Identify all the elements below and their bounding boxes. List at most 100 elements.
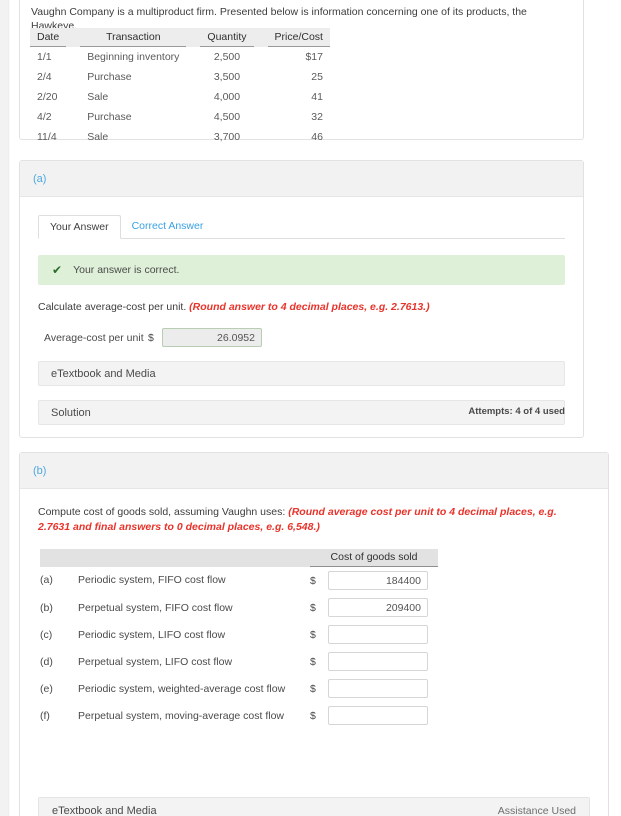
table-row: (d) Perpetual system, LIFO cost flow $ <box>40 648 438 675</box>
cell-quantity: 4,500 <box>213 111 241 123</box>
row-description: Perpetual system, moving-average cost fl… <box>78 709 285 722</box>
cell-spacer <box>66 87 80 107</box>
table-header-row: Date Transaction Quantity Price/Cost <box>30 28 330 47</box>
cell-quantity: 3,700 <box>213 131 241 143</box>
cell-date: 11/4 <box>37 131 57 143</box>
tab-correct-answer[interactable]: Correct Answer <box>121 215 215 238</box>
table-row: 11/4 Sale 3,700 46 <box>30 127 330 147</box>
part-a-label: (a) <box>33 172 47 185</box>
table-row: (c) Periodic system, LIFO cost flow $ <box>40 621 438 648</box>
cell-price: 41 <box>311 91 323 103</box>
cell-spacer <box>66 47 80 68</box>
cell-spacer <box>254 47 268 68</box>
cogs-input-cell <box>328 594 438 621</box>
table-row: 1/1 Beginning inventory 2,500 $17 <box>30 47 330 68</box>
table-row: 2/20 Sale 4,000 41 <box>30 87 330 107</box>
cell-transaction: Beginning inventory <box>87 51 180 63</box>
part-a-card: (a) Your Answer Correct Answer ✔ Your an… <box>19 160 584 438</box>
cell-date: 1/1 <box>37 51 52 63</box>
cell-spacer <box>186 127 200 147</box>
cogs-input-e[interactable] <box>328 679 428 698</box>
cell-price: $17 <box>305 51 323 63</box>
cell-spacer <box>186 67 200 87</box>
row-index: (a) <box>40 574 53 587</box>
assistance-used-label: Assistance Used <box>497 804 576 816</box>
cogs-input-cell <box>328 567 438 595</box>
header-spacer <box>253 28 268 47</box>
cell-spacer <box>66 67 80 87</box>
cell-date: 4/2 <box>37 111 52 123</box>
part-b-question: Compute cost of goods sold, assuming Vau… <box>38 505 590 535</box>
part-b-label: (b) <box>33 464 47 477</box>
etextbook-and-media-title: eTextbook and Media <box>52 804 157 816</box>
cell-spacer <box>254 67 268 87</box>
cell-quantity: 4,000 <box>213 91 241 103</box>
part-b-card: (b) Compute cost of goods sold, assuming… <box>19 452 609 816</box>
cell-transaction: Sale <box>87 91 109 103</box>
table-row: (b) Perpetual system, FIFO cost flow $ <box>40 594 438 621</box>
answer-correct-banner: ✔ Your answer is correct. <box>38 255 565 285</box>
page-root: Vaughn Company is a multiproduct firm. P… <box>0 0 621 816</box>
cogs-input-cell <box>328 675 438 702</box>
dollar-sign: $ <box>148 331 154 344</box>
cogs-blank-header <box>40 549 310 567</box>
row-description: Periodic system, FIFO cost flow <box>78 574 226 587</box>
row-index: (e) <box>40 682 53 695</box>
cogs-header-row: Cost of goods sold <box>40 549 438 567</box>
part-a-header: (a) <box>20 161 583 197</box>
cogs-input-cell <box>328 621 438 648</box>
table-row: 2/4 Purchase 3,500 25 <box>30 67 330 87</box>
cell-spacer <box>254 87 268 107</box>
cell-price: 32 <box>311 111 323 123</box>
check-icon: ✔ <box>52 263 63 277</box>
cell-quantity: 2,500 <box>213 51 241 63</box>
cost-of-goods-sold-table: Cost of goods sold (a) Periodic system, … <box>40 549 438 729</box>
cell-spacer <box>186 87 200 107</box>
table-row: (f) Perpetual system, moving-average cos… <box>40 702 438 729</box>
accordion-etextbook-and-media[interactable]: eTextbook and Media <box>38 361 565 386</box>
etextbook-and-media-panel: eTextbook and Media Assistance Used eTex… <box>38 797 590 816</box>
cell-date: 2/4 <box>37 71 52 83</box>
cell-transaction: Sale <box>87 131 109 143</box>
cell-spacer <box>254 107 268 127</box>
part-b-header: (b) <box>20 453 608 489</box>
average-cost-answer-row: Average-cost per unit $ <box>44 328 583 347</box>
part-b-question-text: Compute cost of goods sold, assuming Vau… <box>38 506 286 518</box>
row-index: (f) <box>40 709 50 722</box>
part-a-question-text: Calculate average-cost per unit. <box>38 301 187 313</box>
cogs-input-a[interactable] <box>328 571 428 590</box>
cell-price: 46 <box>311 131 323 143</box>
row-index: (b) <box>40 601 53 614</box>
cell-spacer <box>66 107 80 127</box>
row-description: Periodic system, LIFO cost flow <box>78 628 226 641</box>
cell-price: 25 <box>311 71 323 83</box>
cogs-input-cell <box>328 648 438 675</box>
dollar-sign: $ <box>310 655 316 668</box>
average-cost-label: Average-cost per unit <box>44 331 144 344</box>
cell-spacer <box>254 127 268 147</box>
dollar-sign: $ <box>310 709 316 722</box>
cogs-input-c[interactable] <box>328 625 428 644</box>
etextbook-and-media-header[interactable]: eTextbook and Media Assistance Used <box>39 798 589 816</box>
cogs-input-d[interactable] <box>328 652 428 671</box>
cell-spacer <box>186 47 200 68</box>
cogs-input-f[interactable] <box>328 706 428 725</box>
part-a-tabs: Your Answer Correct Answer <box>38 215 565 239</box>
cogs-input-b[interactable] <box>328 598 428 617</box>
dollar-sign: $ <box>310 574 316 587</box>
table-row: 4/2 Purchase 4,500 32 <box>30 107 330 127</box>
cogs-column-header: Cost of goods sold <box>310 549 438 567</box>
cell-transaction: Purchase <box>87 71 132 83</box>
problem-statement-card: Vaughn Company is a multiproduct firm. P… <box>19 0 584 143</box>
table-row: (e) Periodic system, weighted-average co… <box>40 675 438 702</box>
part-a-question: Calculate average-cost per unit. (Round … <box>38 301 565 313</box>
cell-spacer <box>66 127 80 147</box>
inventory-data-table: Date Transaction Quantity Price/Cost 1/1… <box>30 28 330 147</box>
column-header-date: Date <box>30 28 67 47</box>
left-gutter <box>0 0 9 816</box>
average-cost-input[interactable] <box>162 328 262 347</box>
part-a-body: Your Answer Correct Answer ✔ Your answer… <box>20 215 583 425</box>
tab-your-answer[interactable]: Your Answer <box>38 215 121 239</box>
column-header-transaction: Transaction <box>80 28 187 47</box>
part-b-body: Compute cost of goods sold, assuming Vau… <box>20 505 608 816</box>
